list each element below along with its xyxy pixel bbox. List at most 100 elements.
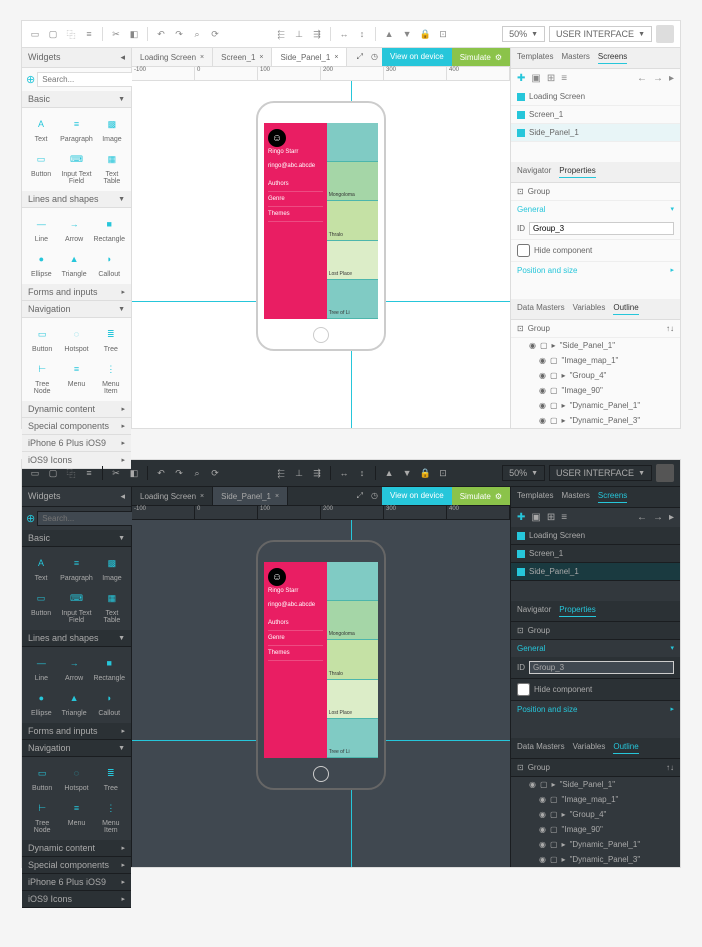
widget-image[interactable]: ▩Image xyxy=(97,551,127,584)
add-widget-icon[interactable]: ⊕ xyxy=(26,73,35,86)
tab-datamasters[interactable]: Data Masters xyxy=(517,303,565,315)
arrange-icon[interactable]: ◧ xyxy=(127,27,141,41)
mock-menu-item[interactable]: Authors xyxy=(268,177,323,192)
mock-tile[interactable]: Thralo xyxy=(327,640,378,679)
screen-item[interactable]: Loading Screen xyxy=(511,88,680,106)
open-icon[interactable]: ▢ xyxy=(46,27,60,41)
tab-loading[interactable]: Loading Screen× xyxy=(132,48,213,66)
settings-icon[interactable]: ◷ xyxy=(367,487,382,505)
tab-masters[interactable]: Masters xyxy=(561,52,589,64)
widget-tree[interactable]: ≣Tree xyxy=(95,322,127,355)
mock-tile[interactable]: Tree of Li xyxy=(327,280,378,319)
mock-tile[interactable]: Lost Place xyxy=(327,241,378,280)
widget-menuitem[interactable]: ⋮Menu Item xyxy=(95,357,127,397)
position-size-row[interactable]: Position and size▸ xyxy=(511,262,680,279)
widget-paragraph[interactable]: ≡Paragraph xyxy=(58,551,95,584)
design-canvas[interactable]: ☺ Ringo Starr ringo@abc.abcde Authors Ge… xyxy=(132,81,510,428)
widget-hotspot[interactable]: ◌Hotspot xyxy=(60,761,92,794)
visibility-icon[interactable]: ◉ xyxy=(539,371,546,380)
cat-iphone[interactable]: iPhone 6 Plus iOS9▸ xyxy=(22,874,131,891)
widget-treenode[interactable]: ⊢Tree Node xyxy=(26,796,58,836)
prev-icon[interactable]: ← xyxy=(637,73,647,84)
zoom-select[interactable]: 50%▼ xyxy=(502,26,545,42)
device-screen[interactable]: ☺ Ringo Starr ringo@abc.abcde Authors Ge… xyxy=(264,123,378,319)
widget-button[interactable]: ▭Button xyxy=(26,147,56,187)
new-icon[interactable]: ▭ xyxy=(28,27,42,41)
dist-h-icon[interactable]: ↔ xyxy=(337,466,351,480)
mock-menu-item[interactable]: Themes xyxy=(268,207,323,222)
general-label[interactable]: General ▾ xyxy=(511,201,680,218)
visibility-icon[interactable]: ◉ xyxy=(539,810,546,819)
tab-screens[interactable]: Screens xyxy=(598,52,627,64)
cat-dynamic[interactable]: Dynamic content▸ xyxy=(22,840,131,857)
widget-paragraph[interactable]: ≡Paragraph xyxy=(58,112,95,145)
close-icon[interactable]: ▸ xyxy=(669,512,674,523)
outline-item[interactable]: ◉▢▸"Side_Panel_1" xyxy=(511,338,680,353)
widget-rectangle[interactable]: ■Rectangle xyxy=(91,212,127,245)
cat-forms[interactable]: Forms and inputs▸ xyxy=(22,723,131,740)
widget-image[interactable]: ▩Image xyxy=(97,112,127,145)
widget-menu[interactable]: ≡Menu xyxy=(60,796,92,836)
position-size-row[interactable]: Position and size▸ xyxy=(511,701,680,718)
screen-item[interactable]: Loading Screen xyxy=(511,527,680,545)
user-avatar[interactable] xyxy=(656,464,674,482)
id-input[interactable] xyxy=(529,222,674,235)
widget-text[interactable]: AText xyxy=(26,551,56,584)
design-canvas[interactable]: ☺ Ringo Starr ringo@abc.abcde Authors Ge… xyxy=(132,520,510,867)
tab-variables[interactable]: Variables xyxy=(573,742,606,754)
tab-masters[interactable]: Masters xyxy=(561,491,589,503)
menu-icon[interactable]: ≡ xyxy=(82,466,96,480)
widget-menuitem[interactable]: ⋮Menu Item xyxy=(95,796,127,836)
visibility-icon[interactable]: ◉ xyxy=(539,855,546,864)
sync-icon[interactable]: ⟳ xyxy=(208,466,222,480)
next-icon[interactable]: → xyxy=(653,512,663,523)
sort-icon[interactable]: ↑↓ xyxy=(666,324,674,333)
id-input[interactable] xyxy=(529,661,674,674)
mock-tile[interactable] xyxy=(327,562,378,601)
outline-item[interactable]: ◉▢"Image_90" xyxy=(511,822,680,837)
dist-h-icon[interactable]: ↔ xyxy=(337,27,351,41)
layout-icon[interactable]: ⊞ xyxy=(547,73,555,84)
align-right-icon[interactable]: ⇶ xyxy=(310,466,324,480)
cat-navigation[interactable]: Navigation▼ xyxy=(22,740,131,757)
widget-callout[interactable]: ◗Callout xyxy=(91,686,127,719)
outline-item[interactable]: ◉▢▸"Group_4" xyxy=(511,368,680,383)
widget-triangle[interactable]: ▲Triangle xyxy=(59,686,90,719)
redo-icon[interactable]: ↷ xyxy=(172,27,186,41)
visibility-icon[interactable]: ◉ xyxy=(529,341,536,350)
widget-treenode[interactable]: ⊢Tree Node xyxy=(26,357,58,397)
align-left-icon[interactable]: ⬱ xyxy=(274,27,288,41)
mock-menu-item[interactable]: Authors xyxy=(268,616,323,631)
prev-icon[interactable]: ← xyxy=(637,512,647,523)
mock-menu-item[interactable]: Genre xyxy=(268,631,323,646)
group-icon[interactable]: ⊡ xyxy=(436,466,450,480)
outline-item[interactable]: ◉▢▸"Dynamic_Panel_3" xyxy=(511,852,680,867)
outline-item[interactable]: ◉▢▸"Dynamic_Panel_1" xyxy=(511,398,680,413)
tab-variables[interactable]: Variables xyxy=(573,303,606,315)
widget-input[interactable]: ⌨Input Text Field xyxy=(58,147,95,187)
outline-item[interactable]: ◉▢▸"Dynamic_Panel_3" xyxy=(511,413,680,428)
expand-icon[interactable]: ⤢ xyxy=(353,487,367,505)
mock-menu-item[interactable]: Themes xyxy=(268,646,323,661)
widget-ellipse[interactable]: ●Ellipse xyxy=(26,247,57,280)
tab-datamasters[interactable]: Data Masters xyxy=(517,742,565,754)
widget-hotspot[interactable]: ◌Hotspot xyxy=(60,322,92,355)
list-icon[interactable]: ≡ xyxy=(561,73,567,84)
tab-loading[interactable]: Loading Screen× xyxy=(132,487,213,505)
front-icon[interactable]: ▲ xyxy=(382,466,396,480)
widget-menu[interactable]: ≡Menu xyxy=(60,357,92,397)
user-avatar[interactable] xyxy=(656,25,674,43)
cat-basic[interactable]: Basic▼ xyxy=(22,530,131,547)
tab-navigator[interactable]: Navigator xyxy=(517,166,551,178)
group-icon[interactable]: ⊡ xyxy=(436,27,450,41)
cat-lines[interactable]: Lines and shapes▼ xyxy=(22,191,131,208)
cat-special[interactable]: Special components▸ xyxy=(22,857,131,874)
tab-properties[interactable]: Properties xyxy=(559,605,595,617)
visibility-icon[interactable]: ◉ xyxy=(539,386,546,395)
widget-arrow[interactable]: →Arrow xyxy=(59,212,90,245)
zoom-select[interactable]: 50%▼ xyxy=(502,465,545,481)
outline-item[interactable]: ◉▢▸"Side_Panel_1" xyxy=(511,777,680,792)
back-icon[interactable]: ▼ xyxy=(400,466,414,480)
widget-rectangle[interactable]: ■Rectangle xyxy=(91,651,127,684)
outline-item[interactable]: ◉▢"Image_map_1" xyxy=(511,792,680,807)
